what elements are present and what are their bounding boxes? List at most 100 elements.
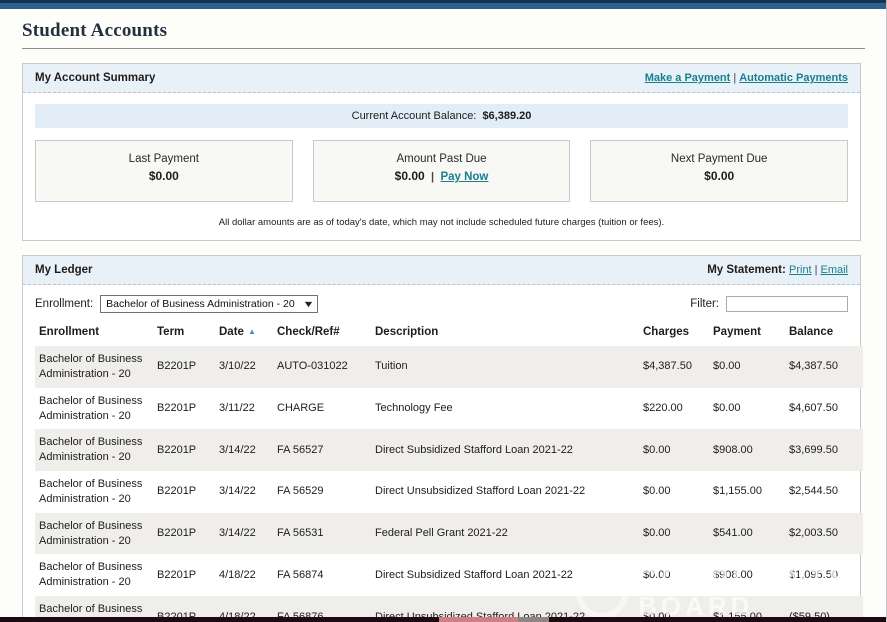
cell-term: B2201P (153, 388, 215, 430)
column-header-description[interactable]: Description (371, 321, 639, 346)
cell-balance: $1,095.50 (785, 554, 863, 596)
amount-past-due-value: $0.00 | Pay Now (314, 169, 570, 183)
cell-charges: $220.00 (639, 388, 709, 430)
cell-check-ref: AUTO-031022 (273, 346, 371, 388)
ledger-panel: My Ledger My Statement: Print|Email Enro… (22, 255, 861, 622)
cell-check-ref: FA 56531 (273, 513, 371, 555)
column-header-payment[interactable]: Payment (709, 321, 785, 346)
cell-term: B2201P (153, 471, 215, 513)
statement-links: My Statement: Print|Email (707, 264, 848, 276)
cell-balance: $4,387.50 (785, 346, 863, 388)
balance-value: $6,389.20 (482, 110, 531, 122)
account-summary-panel: My Account Summary Make a Payment|Automa… (22, 63, 861, 241)
make-a-payment-link[interactable]: Make a Payment (645, 72, 731, 84)
bottom-edge-pink-segment (439, 617, 519, 622)
cell-balance: $3,699.50 (785, 429, 863, 471)
cell-description: Direct Unsubsidized Stafford Loan 2021-2… (371, 471, 639, 513)
summary-disclaimer-note: All dollar amounts are as of today's dat… (23, 217, 860, 228)
cell-charges: $0.00 (639, 513, 709, 555)
column-header-charges[interactable]: Charges (639, 321, 709, 346)
column-header-date[interactable]: Date▲ (215, 321, 273, 346)
amount-past-due-box: Amount Past Due $0.00 | Pay Now (313, 140, 571, 202)
email-statement-link[interactable]: Email (820, 264, 848, 276)
cell-enrollment: Bachelor of Business Administration - 20 (35, 388, 153, 430)
amount-past-due-label: Amount Past Due (314, 153, 570, 165)
table-row: Bachelor of Business Administration - 20… (35, 513, 863, 555)
cell-payment: $0.00 (709, 388, 785, 430)
cell-payment: $908.00 (709, 429, 785, 471)
column-header-term[interactable]: Term (153, 321, 215, 346)
next-payment-due-box: Next Payment Due $0.00 (590, 140, 848, 202)
table-row: Bachelor of Business Administration - 20… (35, 388, 863, 430)
cell-balance: $2,003.50 (785, 513, 863, 555)
enrollment-control: Enrollment: Bachelor of Business Adminis… (35, 295, 318, 313)
cell-balance: $4,607.50 (785, 388, 863, 430)
ledger-title: My Ledger (35, 264, 93, 276)
cell-description: Federal Pell Grant 2021-22 (371, 513, 639, 555)
account-summary-body: Current Account Balance: $6,389.20 Last … (23, 104, 860, 228)
ledger-table: EnrollmentTermDate▲Check/Ref#Description… (35, 321, 863, 622)
top-navigation-bar (0, 0, 886, 9)
cell-check-ref: FA 56529 (273, 471, 371, 513)
last-payment-value: $0.00 (36, 169, 292, 183)
print-statement-link[interactable]: Print (789, 264, 812, 276)
cell-enrollment: Bachelor of Business Administration - 20 (35, 554, 153, 596)
enrollment-select[interactable]: Bachelor of Business Administration - 20… (100, 295, 318, 313)
filter-input[interactable] (726, 296, 848, 312)
chevron-down-icon: ▼ (302, 299, 314, 309)
column-header-enrollment[interactable]: Enrollment (35, 321, 153, 346)
ledger-controls: Enrollment: Bachelor of Business Adminis… (23, 285, 860, 321)
table-row: Bachelor of Business Administration - 20… (35, 346, 863, 388)
cell-payment: $541.00 (709, 513, 785, 555)
last-payment-box: Last Payment $0.00 (35, 140, 293, 202)
cell-date: 3/14/22 (215, 471, 273, 513)
enrollment-label: Enrollment: (35, 298, 93, 310)
cell-term: B2201P (153, 513, 215, 555)
cell-balance: $2,544.50 (785, 471, 863, 513)
cell-term: B2201P (153, 346, 215, 388)
cell-enrollment: Bachelor of Business Administration - 20 (35, 429, 153, 471)
account-summary-header: My Account Summary Make a Payment|Automa… (23, 64, 860, 93)
next-payment-due-label: Next Payment Due (591, 153, 847, 165)
filter-control: Filter: (690, 296, 848, 312)
cell-enrollment: Bachelor of Business Administration - 20 (35, 346, 153, 388)
cell-date: 3/14/22 (215, 429, 273, 471)
amount-past-due-amount: $0.00 (395, 169, 425, 183)
cell-date: 3/14/22 (215, 513, 273, 555)
column-header-balance[interactable]: Balance (785, 321, 863, 346)
title-divider (22, 48, 865, 49)
cell-description: Direct Subsidized Stafford Loan 2021-22 (371, 554, 639, 596)
enrollment-selected-value: Bachelor of Business Administration - 20 (106, 298, 295, 310)
cell-payment: $0.00 (709, 346, 785, 388)
ledger-table-head: EnrollmentTermDate▲Check/Ref#Description… (35, 321, 863, 346)
table-row: Bachelor of Business Administration - 20… (35, 471, 863, 513)
statement-link-separator: | (815, 264, 818, 276)
balance-label: Current Account Balance: (352, 110, 477, 122)
summary-boxes: Last Payment $0.00 Amount Past Due $0.00… (35, 140, 848, 202)
column-header-check-ref-[interactable]: Check/Ref# (273, 321, 371, 346)
cell-date: 3/11/22 (215, 388, 273, 430)
filter-label: Filter: (690, 298, 719, 310)
pay-now-link[interactable]: Pay Now (440, 171, 488, 183)
cell-charges: $0.00 (639, 429, 709, 471)
cell-charges: $4,387.50 (639, 346, 709, 388)
cell-description: Direct Subsidized Stafford Loan 2021-22 (371, 429, 639, 471)
cell-check-ref: FA 56874 (273, 554, 371, 596)
ledger-table-body: Bachelor of Business Administration - 20… (35, 346, 863, 622)
next-payment-due-value: $0.00 (591, 169, 847, 183)
pay-now-separator: | (431, 171, 434, 183)
link-separator: | (733, 72, 736, 84)
last-payment-label: Last Payment (36, 153, 292, 165)
cell-date: 3/10/22 (215, 346, 273, 388)
automatic-payments-link[interactable]: Automatic Payments (739, 72, 848, 84)
statement-label: My Statement: (707, 264, 786, 276)
account-summary-title: My Account Summary (35, 72, 155, 84)
cell-enrollment: Bachelor of Business Administration - 20 (35, 471, 153, 513)
cell-date: 4/18/22 (215, 554, 273, 596)
cell-enrollment: Bachelor of Business Administration - 20 (35, 513, 153, 555)
bottom-edge-gray-segment (518, 617, 549, 622)
student-accounts-page: Student Accounts My Account Summary Make… (0, 0, 887, 622)
cell-description: Technology Fee (371, 388, 639, 430)
cell-charges: $0.00 (639, 554, 709, 596)
cell-term: B2201P (153, 554, 215, 596)
